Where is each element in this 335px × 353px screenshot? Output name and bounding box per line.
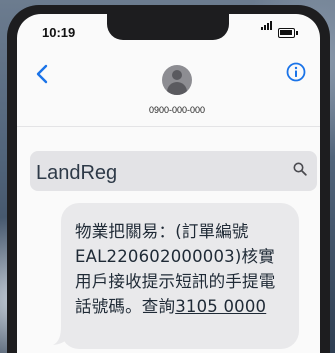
header-divider — [17, 126, 320, 127]
phone-link[interactable]: 3105 0000 — [175, 297, 266, 316]
search-input[interactable]: LandReg — [36, 162, 117, 185]
contact-avatar[interactable] — [162, 65, 192, 95]
search-bar[interactable]: LandReg — [30, 151, 317, 191]
message-bubble[interactable]: 物業把關易：(訂單編號 EAL220602000003)核實 用戶接收提示短訊的… — [61, 203, 299, 349]
phone-frame: 10:19 0900-000-000 LandReg 物業把關易：(訂單編號 E… — [7, 5, 330, 353]
chevron-left-icon[interactable] — [35, 64, 49, 84]
phone-screen: 10:19 0900-000-000 LandReg 物業把關易：(訂單編號 E… — [17, 14, 320, 353]
search-icon[interactable] — [293, 162, 307, 176]
message-text: 物業把關易：(訂單編號 EAL220602000003)核實 用戶接收提示短訊的… — [75, 219, 297, 319]
info-icon[interactable] — [286, 62, 306, 82]
status-time: 10:19 — [42, 25, 76, 40]
contact-number[interactable]: 0900-000-000 — [97, 105, 257, 115]
battery-icon — [278, 28, 298, 38]
camera-notch — [107, 14, 229, 40]
